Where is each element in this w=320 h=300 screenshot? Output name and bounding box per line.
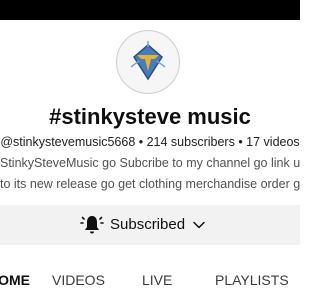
channel-logo-icon <box>118 32 178 92</box>
tab-live[interactable]: LIVE <box>142 272 172 288</box>
channel-description-line-1[interactable]: StinkySteveMusic go Subcribe to my chann… <box>0 156 300 170</box>
channel-meta: @stinkystevemusic5668 • 214 subscribers … <box>0 135 300 149</box>
channel-description-line-2[interactable]: to its new release go get clothing merch… <box>0 177 300 191</box>
tab-playlists[interactable]: PLAYLISTS <box>215 272 289 288</box>
channel-page: #stinkysteve music @stinkystevemusic5668… <box>0 0 300 300</box>
channel-avatar[interactable] <box>116 30 180 94</box>
bell-ringing-icon <box>80 216 104 234</box>
subscribed-button[interactable]: Subscribed <box>0 205 300 245</box>
tab-videos[interactable]: VIDEOS <box>52 272 105 288</box>
top-bar <box>0 0 300 20</box>
channel-tabs: HOME VIDEOS LIVE PLAYLISTS <box>0 272 300 292</box>
channel-name: #stinkysteve music <box>49 104 251 129</box>
subscribed-label: Subscribed <box>110 216 186 233</box>
chevron-down-icon <box>193 221 205 229</box>
tab-home[interactable]: HOME <box>0 272 30 288</box>
